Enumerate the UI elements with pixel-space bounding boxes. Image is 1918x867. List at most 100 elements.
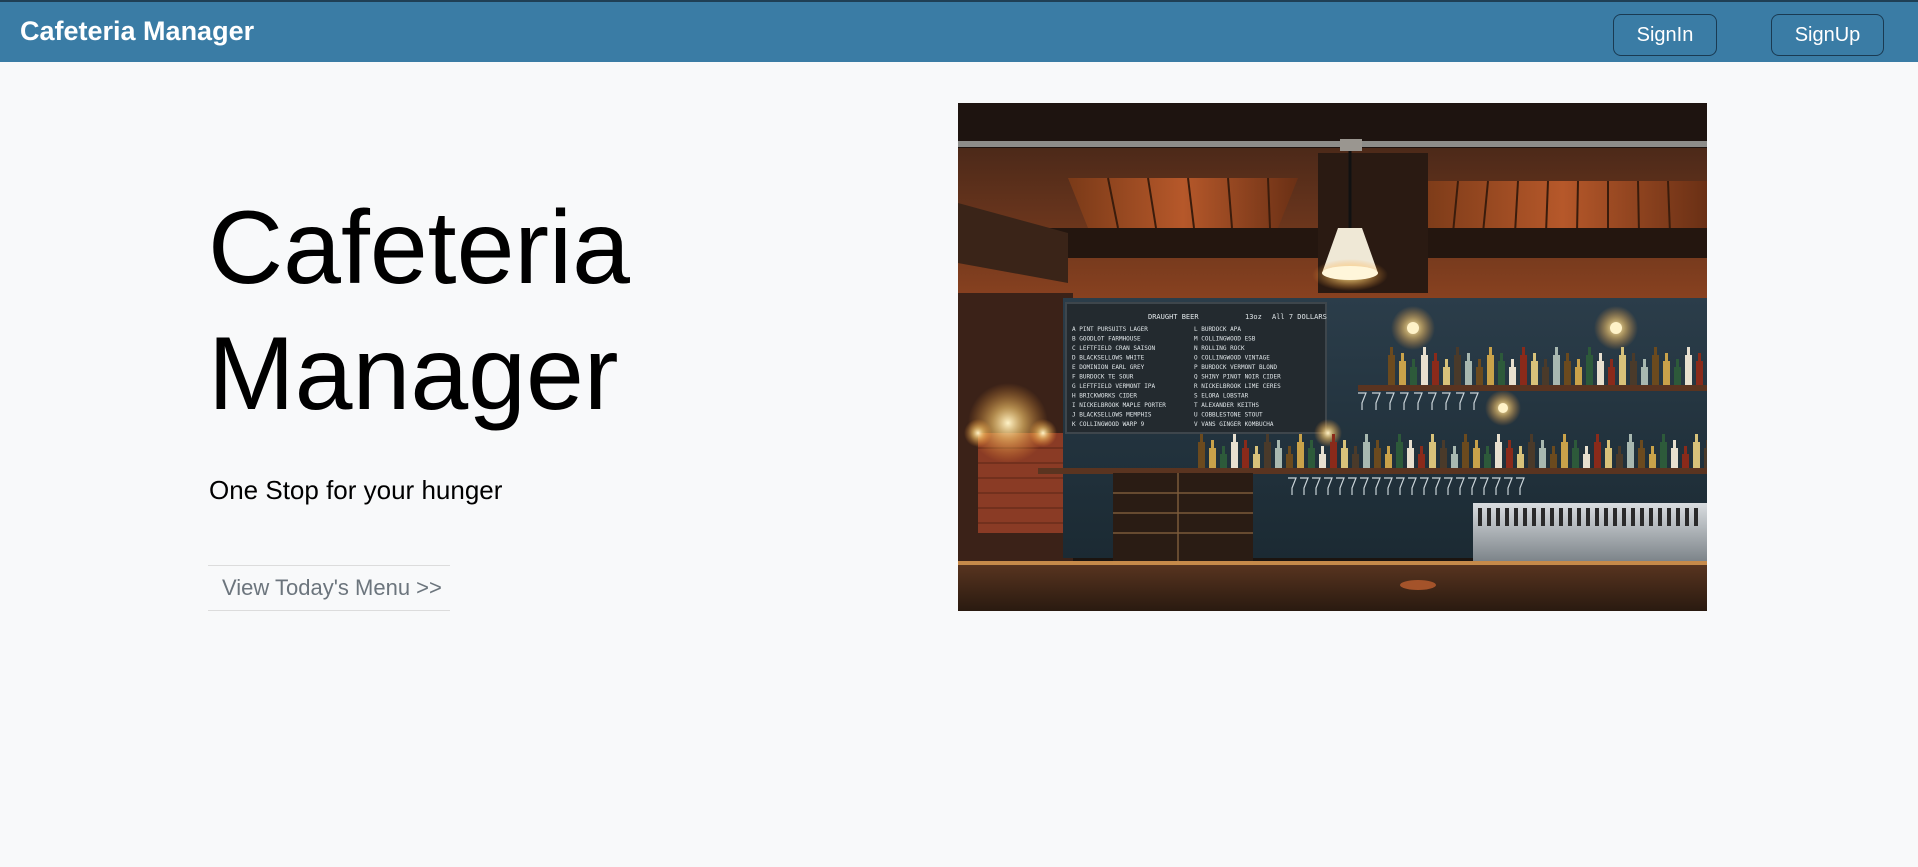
beer-tap	[1640, 508, 1644, 526]
bottle	[1627, 442, 1634, 468]
bottle-neck	[1544, 359, 1547, 367]
bottle-neck	[1588, 347, 1591, 355]
bottle	[1517, 454, 1524, 468]
bottle-neck	[1640, 440, 1643, 448]
bottle-neck	[1698, 353, 1701, 361]
bottle-neck	[1412, 359, 1415, 367]
bottle	[1352, 454, 1359, 468]
beer-tap	[1496, 508, 1500, 526]
bottle-neck	[1687, 347, 1690, 355]
navbar: Cafeteria Manager SignIn SignUp	[0, 0, 1918, 62]
beer-tap	[1541, 508, 1545, 526]
board-line: E DOMINION EARL GREY	[1072, 364, 1145, 371]
bottle	[1399, 361, 1406, 385]
bottle-neck	[1574, 440, 1577, 448]
bottle-neck	[1577, 359, 1580, 367]
bottle-neck	[1420, 446, 1423, 454]
view-menu-link[interactable]: View Today's Menu >>	[208, 565, 450, 611]
bottle-neck	[1511, 359, 1514, 367]
board-line: U COBBLESTONE STOUT	[1194, 412, 1263, 419]
bottle	[1663, 361, 1670, 385]
bottle-neck	[1277, 440, 1280, 448]
bottle-neck	[1244, 440, 1247, 448]
bottle-neck	[1434, 353, 1437, 361]
bottle-neck	[1706, 440, 1707, 448]
bottle-neck	[1467, 353, 1470, 361]
bottle	[1495, 442, 1502, 468]
signup-button[interactable]: SignUp	[1771, 14, 1884, 56]
bottle	[1652, 355, 1659, 385]
bottle	[1275, 448, 1282, 468]
bottle	[1396, 442, 1403, 468]
bottle	[1484, 454, 1491, 468]
beer-tap	[1595, 508, 1599, 526]
board-line: M COLLINGWOOD ESB	[1194, 336, 1256, 343]
beer-tap	[1586, 508, 1590, 526]
board-line: D BLACKSELLOWS WHITE	[1072, 355, 1145, 362]
bottle	[1451, 454, 1458, 468]
bottle-neck	[1618, 446, 1621, 454]
bottle-neck	[1651, 446, 1654, 454]
beer-tap	[1532, 508, 1536, 526]
hero-tagline: One Stop for your hunger	[209, 475, 503, 505]
bottle-neck	[1233, 434, 1236, 442]
bottle	[1586, 355, 1593, 385]
bottle-neck	[1398, 434, 1401, 442]
bottle	[1242, 448, 1249, 468]
board-heading: DRAUGHT BEER	[1148, 313, 1199, 321]
beer-tap	[1550, 508, 1554, 526]
bottle	[1374, 448, 1381, 468]
bottle	[1330, 442, 1337, 468]
bottle	[1539, 448, 1546, 468]
bottle	[1638, 448, 1645, 468]
board-line: R NICKELBROOK LIME CERES	[1194, 383, 1281, 390]
bottle-neck	[1497, 434, 1500, 442]
bottle-neck	[1563, 434, 1566, 442]
board-line: K COLLINGWOOD WARP 9	[1072, 421, 1145, 428]
beer-tap	[1505, 508, 1509, 526]
signin-button[interactable]: SignIn	[1613, 14, 1717, 56]
bottle	[1704, 448, 1707, 468]
beer-tap	[1649, 508, 1653, 526]
bottle	[1454, 355, 1461, 385]
bottle	[1198, 442, 1205, 468]
beer-tap	[1604, 508, 1608, 526]
beer-tap	[1631, 508, 1635, 526]
bottle-neck	[1522, 347, 1525, 355]
bottle-neck	[1607, 440, 1610, 448]
brand-logo[interactable]: Cafeteria Manager	[20, 16, 254, 47]
bottle	[1619, 355, 1626, 385]
bottle	[1696, 361, 1703, 385]
board-line: N ROLLING ROCK	[1194, 345, 1245, 352]
board-line: L BURDOCK APA	[1194, 326, 1241, 333]
bottle-neck	[1552, 446, 1555, 454]
bottle	[1363, 442, 1370, 468]
beer-tap	[1523, 508, 1527, 526]
board-line: O COLLINGWOOD VINTAGE	[1194, 355, 1270, 362]
beer-tap	[1667, 508, 1671, 526]
board-size: 13oz	[1245, 313, 1262, 321]
bottle	[1410, 367, 1417, 385]
bottle	[1440, 448, 1447, 468]
beer-tap	[1658, 508, 1662, 526]
bottle-neck	[1632, 353, 1635, 361]
bottle	[1575, 367, 1582, 385]
bottle	[1542, 367, 1549, 385]
bottle-neck	[1310, 440, 1313, 448]
bottle-neck	[1453, 446, 1456, 454]
bottle	[1520, 355, 1527, 385]
bottle-neck	[1401, 353, 1404, 361]
board-line: H BRICKWORKS CIDER	[1072, 393, 1137, 400]
bottle-neck	[1456, 347, 1459, 355]
bottle	[1531, 361, 1538, 385]
bottle-neck	[1200, 434, 1203, 442]
bottle	[1297, 442, 1304, 468]
bottle-neck	[1299, 434, 1302, 442]
bottle	[1594, 442, 1601, 468]
beer-tap	[1478, 508, 1482, 526]
bottle	[1473, 448, 1480, 468]
board-line: Q SHINY PINOT NOIR CIDER	[1194, 374, 1281, 381]
bottle	[1649, 454, 1656, 468]
bottle	[1407, 448, 1414, 468]
bottle	[1608, 367, 1615, 385]
